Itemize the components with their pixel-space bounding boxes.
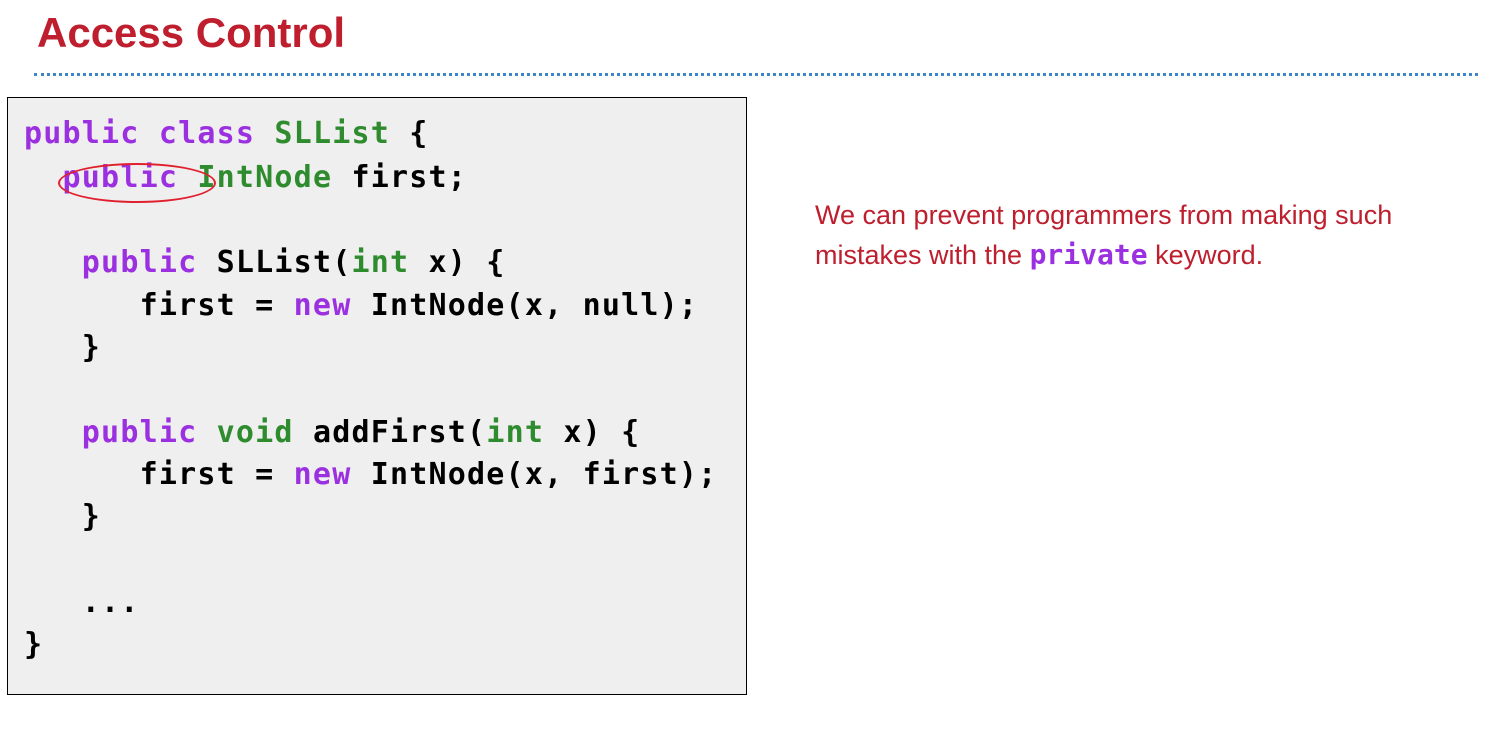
code-token: new: [293, 457, 352, 492]
code-token: public: [24, 116, 140, 151]
code-token: SLList(: [197, 245, 352, 280]
code-block: public class SLList { public IntNode fir…: [7, 97, 747, 695]
code-line-6: }: [24, 330, 101, 366]
code-line-9: first = new IntNode(x, first);: [24, 457, 717, 493]
code-token: public: [81, 245, 198, 280]
code-token: public: [81, 415, 198, 450]
code-token: int: [486, 415, 545, 450]
code-token: IntNode(x, first);: [351, 457, 718, 492]
slide-title: Access Control: [37, 9, 346, 56]
code-token: {: [390, 116, 429, 151]
code-token: first;: [332, 160, 468, 195]
code-token: first =: [24, 288, 294, 323]
code-line-5: first = new IntNode(x, null);: [24, 288, 698, 324]
code-line-10: }: [24, 499, 101, 535]
code-token: x) {: [409, 245, 506, 280]
title-divider: [34, 73, 1478, 76]
code-token: class: [158, 116, 256, 151]
code-line-8: public void addFirst(int x) {: [24, 415, 640, 451]
code-token: x) {: [544, 415, 641, 450]
code-token: void: [216, 415, 294, 450]
code-token: addFirst(: [293, 415, 487, 450]
code-line-12: ...: [24, 585, 140, 621]
code-token: SLList: [274, 116, 390, 151]
code-token: }: [24, 499, 102, 534]
code-line-1: public class SLList {: [24, 116, 429, 152]
note-text: keyword.: [1147, 240, 1264, 270]
note-keyword: private: [1029, 238, 1148, 271]
explanation-note: We can prevent programmers from making s…: [815, 196, 1455, 275]
code-token: new: [293, 288, 352, 323]
code-token: }: [24, 330, 102, 365]
code-line-13: }: [24, 627, 43, 663]
code-token: ...: [24, 585, 140, 620]
code-token: IntNode: [197, 160, 333, 195]
code-token: int: [351, 245, 410, 280]
code-token: first =: [24, 457, 294, 492]
code-line-4: public SLList(int x) {: [24, 245, 506, 281]
code-token: IntNode(x, null);: [351, 288, 699, 323]
highlight-circle: [58, 163, 216, 203]
code-token: }: [24, 627, 44, 662]
